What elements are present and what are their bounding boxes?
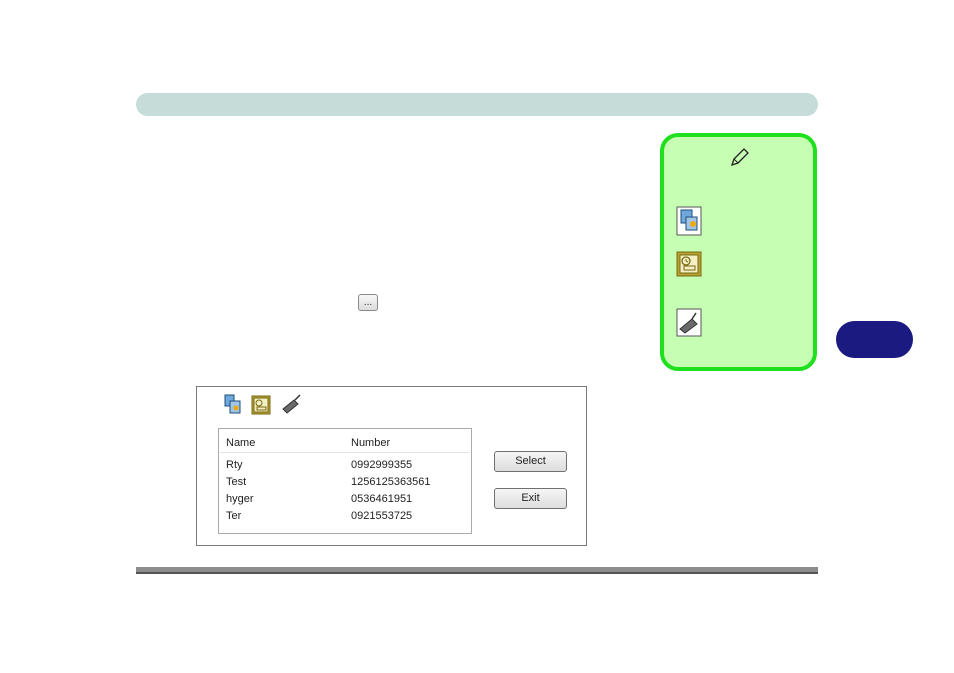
- usb-modem-icon[interactable]: [281, 394, 305, 414]
- contact-number: 1256125363561: [351, 476, 431, 488]
- contact-name: hyger: [226, 493, 254, 505]
- pencil-icon: [730, 148, 749, 167]
- contact-name: Test: [226, 476, 247, 488]
- note-box: [660, 133, 817, 371]
- table-row[interactable]: Test 1256125363561: [220, 474, 470, 491]
- exit-button[interactable]: Exit: [494, 488, 567, 509]
- message-history-icon[interactable]: [251, 395, 271, 415]
- contact-number: 0536461951: [351, 493, 413, 505]
- contact-list[interactable]: Name Number Rty 0992999355 Test 12561253…: [218, 428, 472, 534]
- table-row[interactable]: Rty 0992999355: [220, 457, 470, 474]
- sim-card-icon[interactable]: [223, 394, 243, 416]
- contact-name: Rty: [226, 459, 243, 471]
- select-button[interactable]: Select: [494, 451, 567, 472]
- table-row[interactable]: hyger 0536461951: [220, 491, 470, 508]
- message-history-icon: [676, 251, 702, 277]
- chapter-tab: [836, 321, 913, 358]
- table-row[interactable]: Ter 0921553725: [220, 508, 470, 525]
- footer-rule-shadow: [136, 572, 818, 574]
- sim-card-icon: [676, 206, 702, 236]
- list-header: Name Number: [220, 430, 470, 453]
- column-header-name[interactable]: Name: [226, 437, 255, 449]
- contact-number: 0921553725: [351, 510, 413, 522]
- header-bar: [136, 93, 818, 116]
- column-header-number[interactable]: Number: [351, 437, 390, 449]
- usb-modem-icon: [676, 308, 702, 337]
- contact-number: 0992999355: [351, 459, 413, 471]
- contact-name: Ter: [226, 510, 242, 522]
- browse-button[interactable]: ...: [358, 294, 378, 311]
